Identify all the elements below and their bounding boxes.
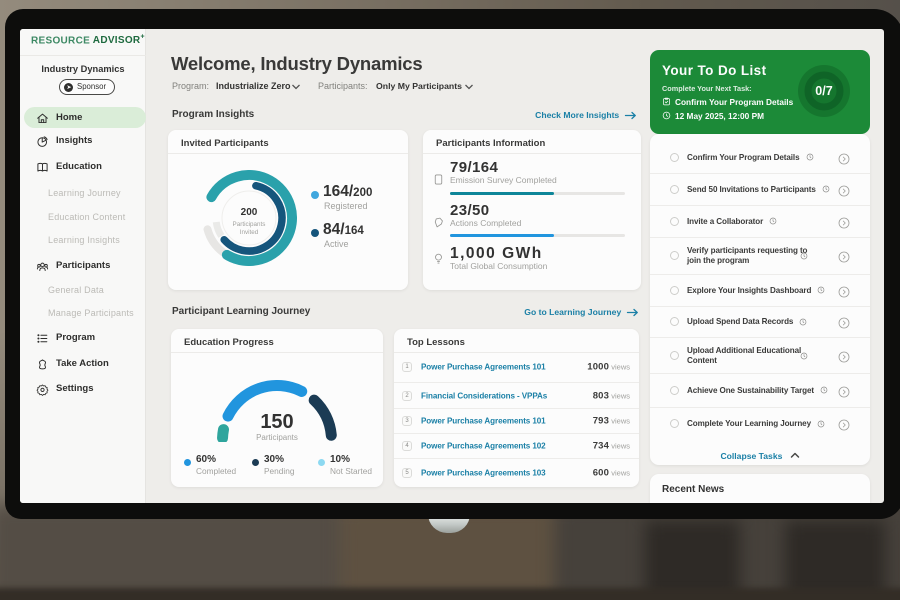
svg-text:Invited: Invited xyxy=(240,229,259,236)
svg-text:Participants: Participants xyxy=(233,221,266,228)
svg-text:200: 200 xyxy=(241,207,258,218)
